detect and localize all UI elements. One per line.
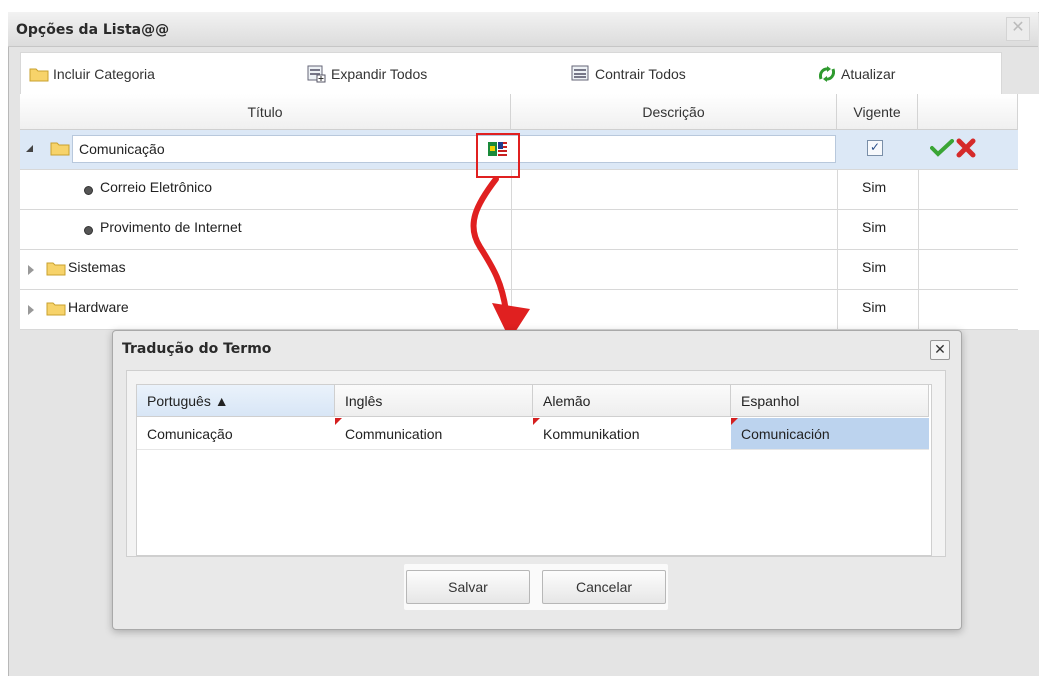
expand-all-label: Expandir Todos	[331, 66, 428, 82]
collapse-all-label: Contrair Todos	[595, 66, 686, 82]
cell-divider	[918, 290, 919, 329]
row-title: Provimento de Internet	[100, 219, 242, 235]
cell-english[interactable]: Communication	[335, 418, 533, 450]
column-header-title[interactable]: Título	[20, 94, 511, 130]
row-current: Sim	[862, 259, 887, 275]
column-header-english[interactable]: Inglês	[335, 385, 533, 417]
row-current: Sim	[862, 219, 887, 235]
dirty-marker	[533, 418, 540, 425]
cell-divider	[918, 170, 919, 209]
add-category-button[interactable]: Incluir Categoria	[29, 63, 155, 85]
row-title: Sistemas	[68, 259, 126, 275]
folder-icon	[29, 68, 49, 82]
callout-arrow	[470, 176, 530, 340]
confirm-icon[interactable]	[930, 139, 954, 157]
dirty-marker	[335, 418, 342, 425]
refresh-icon	[819, 66, 835, 82]
cell-german[interactable]: Kommunikation	[533, 418, 731, 450]
column-header-german[interactable]: Alemão	[533, 385, 731, 417]
cell-divider	[837, 170, 838, 209]
expand-all-icon	[307, 65, 326, 83]
toolbar: Incluir Categoria Expandir Todos Contrai…	[20, 52, 1002, 96]
collapse-all-button[interactable]: Contrair Todos	[571, 63, 686, 85]
tree-toggle-icon[interactable]	[28, 305, 34, 315]
translate-icon-highlight	[476, 133, 520, 178]
cell-divider	[837, 210, 838, 249]
translation-grid: Português ▲ Inglês Alemão Espanhol Comun…	[136, 384, 932, 556]
row-current: Sim	[862, 179, 887, 195]
cancel-edit-icon[interactable]	[955, 137, 977, 159]
cell-spanish-value: Comunicación	[741, 426, 830, 442]
column-header-portuguese[interactable]: Português ▲	[137, 385, 335, 417]
tree-toggle-icon[interactable]	[28, 265, 34, 275]
title-edit-value: Comunicação	[79, 141, 165, 157]
folder-icon	[46, 262, 66, 276]
cell-divider	[837, 250, 838, 289]
folder-icon	[50, 142, 70, 156]
cell-divider	[918, 210, 919, 249]
cell-divider	[918, 250, 919, 289]
dirty-marker	[731, 418, 738, 425]
tree-toggle-icon[interactable]	[26, 145, 33, 152]
cell-english-value: Communication	[345, 426, 443, 442]
bullet-icon	[84, 226, 93, 235]
row-title: Correio Eletrônico	[100, 179, 213, 195]
cell-spanish[interactable]: Comunicación	[731, 418, 929, 450]
folder-icon	[46, 302, 66, 316]
window-close-button[interactable]: ✕	[1006, 17, 1030, 41]
cell-german-value: Kommunikation	[543, 426, 640, 442]
save-button[interactable]: Salvar	[406, 570, 530, 604]
current-checkbox[interactable]: ✓	[867, 140, 883, 156]
title-edit-input[interactable]: Comunicação	[72, 135, 836, 163]
cancel-button[interactable]: Cancelar	[542, 570, 666, 604]
add-category-label: Incluir Categoria	[53, 66, 155, 82]
collapse-all-icon	[571, 65, 589, 81]
cell-portuguese[interactable]: Comunicação	[137, 418, 335, 450]
refresh-button[interactable]: Atualizar	[817, 63, 895, 85]
expand-all-button[interactable]: Expandir Todos	[307, 63, 427, 85]
column-header-actions	[918, 94, 1018, 130]
bullet-icon	[84, 186, 93, 195]
column-header-spanish[interactable]: Espanhol	[731, 385, 929, 417]
cell-divider	[837, 290, 838, 329]
refresh-label: Atualizar	[841, 66, 896, 82]
row-current: Sim	[862, 299, 887, 315]
window-title: Opções da Lista@@	[16, 22, 170, 38]
column-header-current[interactable]: Vigente	[837, 94, 918, 130]
column-header-description[interactable]: Descrição	[511, 94, 837, 130]
row-title: Hardware	[68, 299, 129, 315]
dialog-close-button[interactable]: ✕	[930, 340, 950, 360]
dialog-title: Tradução do Termo	[122, 341, 272, 357]
